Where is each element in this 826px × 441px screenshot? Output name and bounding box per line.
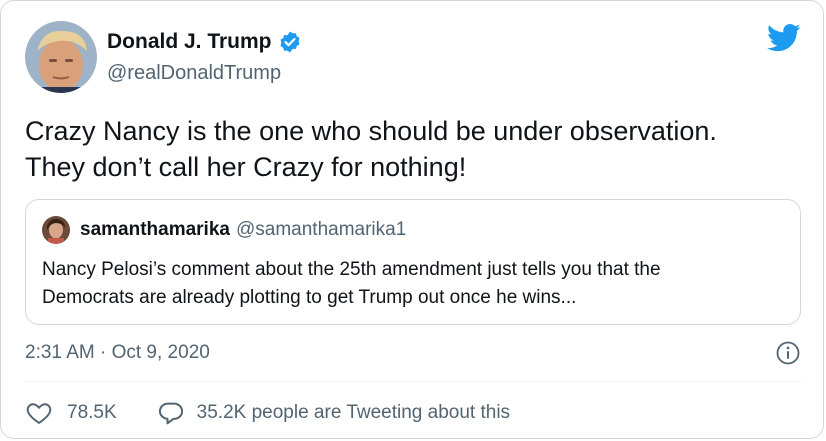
quoted-tweet-line: Nancy Pelosi’s comment about the 25th am… bbox=[42, 259, 661, 280]
author-name[interactable]: Donald J. Trump bbox=[107, 29, 272, 55]
author-avatar[interactable] bbox=[25, 21, 97, 93]
tweet-text: Crazy Nancy is the one who should be und… bbox=[25, 113, 805, 185]
author-name-row[interactable]: Donald J. Trump bbox=[107, 29, 302, 55]
quoted-tweet-text: Nancy Pelosi’s comment about the 25th am… bbox=[42, 256, 792, 312]
quoted-author-row: samanthamarika @samanthamarika1 bbox=[80, 218, 406, 242]
conversation-text: 35.2K people are Tweeting about this bbox=[196, 402, 511, 423]
speech-bubble-icon bbox=[158, 402, 183, 425]
quoted-author-name: samanthamarika bbox=[80, 219, 230, 240]
action-bar: 78.5K 35.2K people are Tweeting about th… bbox=[25, 399, 510, 427]
tweet-timestamp[interactable]: 2:31 AM · Oct 9, 2020 bbox=[25, 341, 210, 365]
author-handle[interactable]: @realDonaldTrump bbox=[107, 61, 281, 85]
conversation-button[interactable]: 35.2K people are Tweeting about this bbox=[157, 399, 510, 427]
tweet-embed-card[interactable]: Donald J. Trump @realDonaldTrump Crazy N… bbox=[0, 0, 824, 439]
twitter-bird-icon[interactable] bbox=[767, 23, 801, 53]
info-icon[interactable] bbox=[775, 340, 801, 366]
divider bbox=[25, 381, 801, 382]
quoted-author-handle: @samanthamarika1 bbox=[235, 219, 407, 240]
like-button[interactable]: 78.5K bbox=[25, 399, 117, 427]
like-count: 78.5K bbox=[67, 402, 117, 423]
quoted-author-avatar bbox=[42, 216, 70, 244]
tweet-line: Crazy Nancy is the one who should be und… bbox=[25, 116, 717, 146]
heart-icon bbox=[26, 403, 52, 424]
quoted-tweet-line: Democrats are already plotting to get Tr… bbox=[42, 287, 577, 308]
quoted-tweet[interactable]: samanthamarika @samanthamarika1 Nancy Pel… bbox=[25, 199, 801, 325]
verified-badge-icon bbox=[278, 30, 302, 54]
tweet-line: They don’t call her Crazy for nothing! bbox=[25, 152, 467, 182]
